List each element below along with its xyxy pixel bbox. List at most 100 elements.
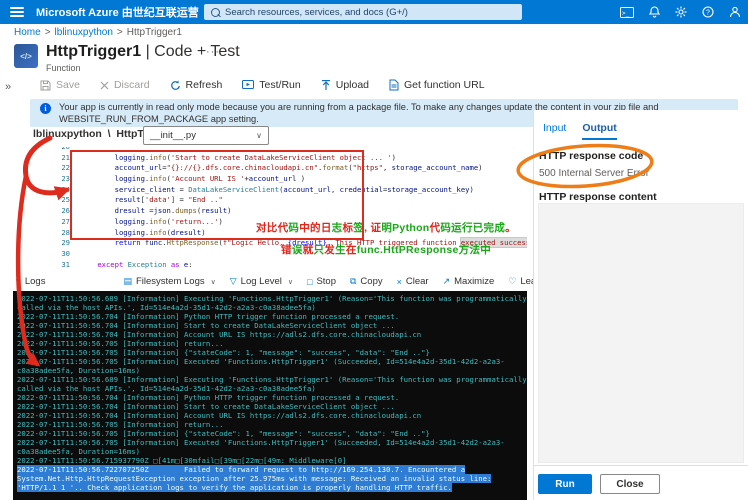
console-log-row: 2022-07-11T11:50:56.715937790Z □[41m□[30… [17,456,346,465]
tab-output[interactable]: Output [582,122,616,140]
line-number: 30 [30,249,70,260]
command-label: Test/Run [259,79,300,91]
toolbar-label: Stop [316,276,336,287]
console-log-row: called via the host APIs.', Id=514e4a2d-… [17,384,316,393]
line-number: 27 [30,217,70,228]
stop-icon: □ [307,277,312,287]
copy-button[interactable]: ⧉ Copy [350,276,383,287]
stop-button[interactable]: □ Stop [307,276,336,287]
code-text: dresult =json.dumps(result) [80,206,231,217]
code-line: 31 except Exception as e: [30,260,527,271]
code-line: 28 logging.info(dresult) [30,228,527,239]
save-button: Save [40,79,80,91]
http-response-content-box[interactable] [538,203,744,463]
logs-toolbar: ∨ Logs ▤ Filesystem Logs ∨ ▽Log Level∨ □ Stop ⧉ C… [13,272,537,291]
command-label: Save [56,79,80,91]
azure-brand[interactable]: Microsoft Azure 由世纪互联运营 [36,4,199,20]
help-icon[interactable]: ? [699,3,717,21]
console-log-row: 2022-07-11T11:50:56.704 [Information] Py… [17,393,399,402]
search-icon [211,8,220,17]
toolbar-label: Copy [360,276,382,287]
console-log-row: 2022-07-11T11:50:56.705 [Information] re… [17,420,223,429]
console-log-row: 2022-07-11T11:50:56.705 [Information] re… [17,339,223,348]
breadcrumb-separator: > [45,27,51,38]
command-bar: Save Discard Refresh Test/Run Upload Get func… [40,79,485,91]
person-icon[interactable] [726,3,744,21]
line-number: 21 [30,153,70,164]
command-label: Discard [114,79,150,91]
toolbar-label: Filesystem Logs [136,276,205,287]
gear-icon[interactable] [672,3,690,21]
chevron-down-icon: ∨ [15,277,21,286]
more-options-button[interactable]: ··· [206,46,220,58]
discard-icon [100,81,109,90]
global-search-input[interactable]: Search resources, services, and docs (G+… [204,4,522,20]
hamburger-menu-icon[interactable] [10,7,24,17]
svg-text:>_: >_ [622,10,630,17]
code-line: 23 logging.info('Account URL IS '+accoun… [30,174,527,185]
http-response-code-label: HTTP response code [539,150,643,162]
toolbar-label: Maximize [454,276,494,287]
search-placeholder: Search resources, services, and docs (G+… [225,7,408,18]
clear-button[interactable]: ×Clear [397,276,429,287]
test-output-panel: InputOutput HTTP response code 500 Inter… [533,110,748,500]
console-log-row: 2022-07-11T11:50:56.705 [Information] Ex… [17,357,505,366]
breadcrumb-item-httptrigger1: HttpTrigger1 [127,27,182,38]
log-level-button[interactable]: ▽Log Level∨ [230,276,293,287]
discard-button: Discard [100,79,150,91]
console-log-row: called via the host APIs.', Id=514e4a2d-… [17,303,316,312]
get-function-url-button[interactable]: Get function URL [389,79,485,91]
breadcrumb-separator: > [117,27,123,38]
refresh-button[interactable]: Refresh [170,79,223,91]
breadcrumb-item-lblinuxpython[interactable]: lblinuxpython [55,27,113,38]
upload-button[interactable]: Upload [321,79,369,91]
filesystem-icon: ▤ [123,276,132,287]
function-icon: </> [14,44,38,68]
refresh-icon [170,80,181,91]
line-number: 24 [30,185,70,196]
breadcrumb-item-home[interactable]: Home [14,27,41,38]
code-line: 21 logging.info('Start to create DataLak… [30,153,527,164]
output-tabs: Input Output [543,122,617,140]
close-button[interactable]: Close [600,474,660,494]
logs-label: Logs [25,276,46,287]
code-line: 24 service_client = DataLakeServiceClien… [30,185,527,196]
console-log-row: c0a38adee5fa, Duration=16ms) [17,447,140,456]
page-subtitle: Function [46,63,81,73]
console-log-row: 2022-07-11T11:50:56.704 [Information] Py… [17,312,399,321]
bell-icon[interactable] [645,3,663,21]
console-log-row: System.Net.Http.HttpRequestException exc… [17,474,491,483]
line-number: 22 [30,163,70,174]
test-run-button[interactable]: Test/Run [242,79,300,91]
code-text: return func.HttpResponse(f"Logic Hello, … [80,238,527,249]
code-line: 27 logging.info('return...') [30,217,527,228]
line-number: 31 [30,260,70,271]
filesystem-logs-button[interactable]: ▤Filesystem Logs∨ [123,276,215,287]
code-text: logging.info('Start to create DataLakeSe… [80,153,396,164]
file-select-dropdown[interactable]: __init__.py ∨ [143,126,269,145]
tab-input[interactable]: Input [543,122,566,140]
console-log-row: 2022-07-11T11:50:56.704 [Information] Ac… [17,330,421,339]
code-text: result['data'] = "End .." [80,195,223,206]
command-label: Get function URL [404,79,485,91]
command-label: Upload [336,79,369,91]
copy-icon: ⧉ [350,276,356,287]
cloudshell-icon[interactable]: >_ [618,3,636,21]
line-number: 28 [30,228,70,239]
run-button[interactable]: Run [538,474,592,494]
maximize-button[interactable]: ↗Maximize [443,276,495,287]
testrun-icon [242,80,254,90]
line-number: 23 [30,174,70,185]
logs-expand-toggle[interactable]: ∨ Logs [13,276,45,287]
line-number: 25 [30,195,70,206]
http-response-content-label: HTTP response content [539,191,657,203]
console-log-row: 2022-07-11T11:50:56.705 [Information] Ex… [17,438,505,447]
filter-icon: ▽ [230,276,237,287]
chevron-down-icon: ∨ [256,131,262,140]
log-console[interactable]: 2022-07-11T11:50:56.689 [Information] Ex… [13,291,527,500]
expand-sidebar-chevron-icon[interactable]: » [5,81,11,93]
maximize-icon: ↗ [443,276,451,287]
console-log-row: 2022-07-11T11:50:56.689 [Information] Ex… [17,375,527,384]
code-editor[interactable]: 2021 logging.info('Start to create DataL… [30,147,527,273]
code-text: logging.info('return...') [80,217,223,228]
